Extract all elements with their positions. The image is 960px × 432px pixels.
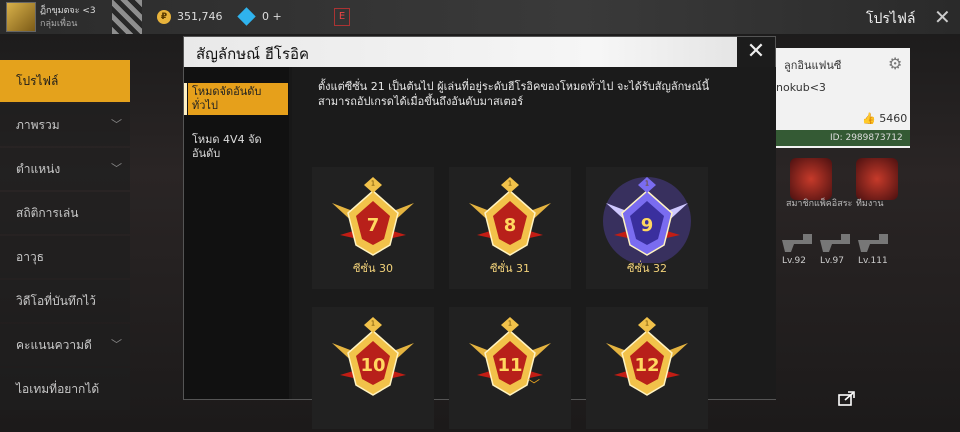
weapon-icon — [858, 234, 888, 252]
sidebar-item-label: วิดีโอที่บันทึกไว้ — [16, 294, 96, 308]
sidebar-item-label: คะแนนความดี — [16, 338, 92, 352]
sidebar-item[interactable]: คะแนนความดี ﹀ — [0, 324, 130, 366]
chevron-down-icon: ﹀ — [111, 118, 122, 131]
top-bar: ฏ็กขุมตจะ <3 กลุ่มเพื่อน ₽ 351,746 0 + E… — [0, 0, 960, 34]
svg-text:1: 1 — [645, 180, 649, 188]
emblem-description: ตั้งแต่ซีซั่น 21 เป็นต้นไป ผู้เล่นที่อยู… — [318, 80, 710, 108]
dialog-header: สัญลักษณ์ ฮีโรอิค ✕ — [184, 37, 775, 67]
badge-icon[interactable] — [790, 158, 832, 200]
badge-label: ทีมงาน — [856, 199, 884, 209]
profile-name: nokub<3 — [776, 81, 826, 94]
chevron-down-icon[interactable]: ﹀ — [528, 376, 540, 393]
chevron-down-icon: ﹀ — [111, 338, 122, 351]
emblem-card[interactable]: 1 7 ซีซั่น 30 — [312, 167, 434, 289]
sidebar-item-label: สถิติการเล่น — [16, 206, 79, 220]
weapon-icon — [782, 234, 812, 252]
likes-count[interactable]: 👍 5460 — [862, 112, 907, 125]
svg-text:1: 1 — [371, 180, 375, 188]
emblem-card[interactable]: 1 12 — [586, 307, 708, 429]
weapon-level: Lv.92 — [782, 256, 806, 266]
sidebar-item-label: โปรไฟล์ — [16, 74, 59, 88]
emblem-panel[interactable]: ตั้งแต่ซีซั่น 21 เป็นต้นไป ผู้เล่นที่อยู… — [292, 67, 855, 429]
emblem-number: 11 — [497, 355, 523, 376]
sidebar-item-label: อาวุธ — [16, 250, 45, 264]
sidebar-item-label: ภาพรวม — [16, 118, 60, 132]
emblem-number: 10 — [360, 355, 386, 376]
tab-mode[interactable]: โหมดจัดอันดับทั่วไป — [184, 83, 288, 115]
page-title: โปรไฟล์ — [866, 11, 916, 27]
banner-pattern — [112, 0, 142, 34]
sidebar-item[interactable]: ภาพรวม ﹀ — [0, 104, 130, 146]
emblem-number: 12 — [634, 355, 660, 376]
tab-mode[interactable]: โหมด 4V4 จัดอันดับ — [188, 131, 288, 163]
emblem-season-label: ซีซั่น 32 — [627, 262, 667, 275]
guild-name: ลูกอินแฟนซี — [784, 59, 842, 72]
emblem-number: 9 — [640, 215, 654, 236]
emblem-card[interactable]: 1 8 ซีซั่น 31 — [449, 167, 571, 289]
sidebar-item[interactable]: โปรไฟล์ — [0, 60, 130, 102]
sidebar-item[interactable]: วิดีโอที่บันทึกไว้ — [0, 280, 130, 322]
weapon-level: Lv.111 — [858, 256, 888, 266]
gear-icon[interactable]: ⚙ — [888, 54, 902, 73]
emblem-number: 7 — [366, 215, 380, 236]
emblem-card[interactable]: 1 9 ซีซั่น 32 — [586, 167, 708, 289]
emblem-number: 8 — [503, 215, 517, 236]
player-id: ID: 2989873712 — [770, 130, 910, 146]
share-icon[interactable] — [838, 390, 856, 406]
page-close-icon[interactable]: ✕ — [934, 5, 951, 29]
game-screen: ฏ็กขุมตจะ <3 กลุ่มเพื่อน ₽ 351,746 0 + E… — [0, 0, 960, 432]
badge-label: สมาชิกแพ็คอิสระ — [786, 199, 853, 209]
svg-text:1: 1 — [371, 320, 375, 328]
close-icon[interactable]: ✕ — [737, 37, 775, 67]
side-navigation: โปรไฟล์ภาพรวม ﹀ ตำแหน่ง ﹀ สถิติการเล่นอาวุธว… — [0, 60, 130, 412]
coin-icon: ₽ — [157, 10, 171, 24]
weapon-icon — [820, 234, 850, 252]
sidebar-item[interactable]: อาวุธ — [0, 236, 130, 278]
weapon-level: Lv.97 — [820, 256, 844, 266]
svg-text:1: 1 — [508, 320, 512, 328]
badge-icon[interactable] — [856, 158, 898, 200]
coin-balance: 351,746 — [177, 10, 223, 23]
emblem-card[interactable]: 1 10 — [312, 307, 434, 429]
avatar[interactable] — [6, 2, 36, 32]
heroic-emblem-dialog: สัญลักษณ์ ฮีโรอิค ✕ โหมดจัดอันดับทั่วไปโ… — [183, 36, 855, 429]
emblem-season-label: ซีซั่น 30 — [353, 262, 393, 275]
dialog-title: สัญลักษณ์ ฮีโรอิค — [196, 45, 310, 63]
sidebar-item-label: ตำแหน่ง — [16, 162, 61, 176]
chevron-down-icon: ﹀ — [111, 162, 122, 175]
emblem-card[interactable]: 1 11 — [449, 307, 571, 429]
sidebar-item[interactable]: ตำแหน่ง ﹀ — [0, 148, 130, 190]
diamond-icon — [237, 7, 256, 26]
sidebar-item[interactable]: ไอเทมที่อยากได้ — [0, 368, 130, 410]
mode-tabs: โหมดจัดอันดับทั่วไปโหมด 4V4 จัดอันดับ — [184, 67, 289, 399]
svg-text:1: 1 — [645, 320, 649, 328]
likes-value: 5460 — [879, 112, 908, 125]
diamond-balance[interactable]: 0 + — [262, 10, 282, 23]
sidebar-item-label: ไอเทมที่อยากได้ — [16, 382, 100, 396]
event-icon[interactable]: E — [334, 8, 350, 26]
sidebar-item[interactable]: สถิติการเล่น — [0, 192, 130, 234]
emblem-season-label: ซีซั่น 31 — [490, 262, 530, 275]
svg-text:1: 1 — [508, 180, 512, 188]
